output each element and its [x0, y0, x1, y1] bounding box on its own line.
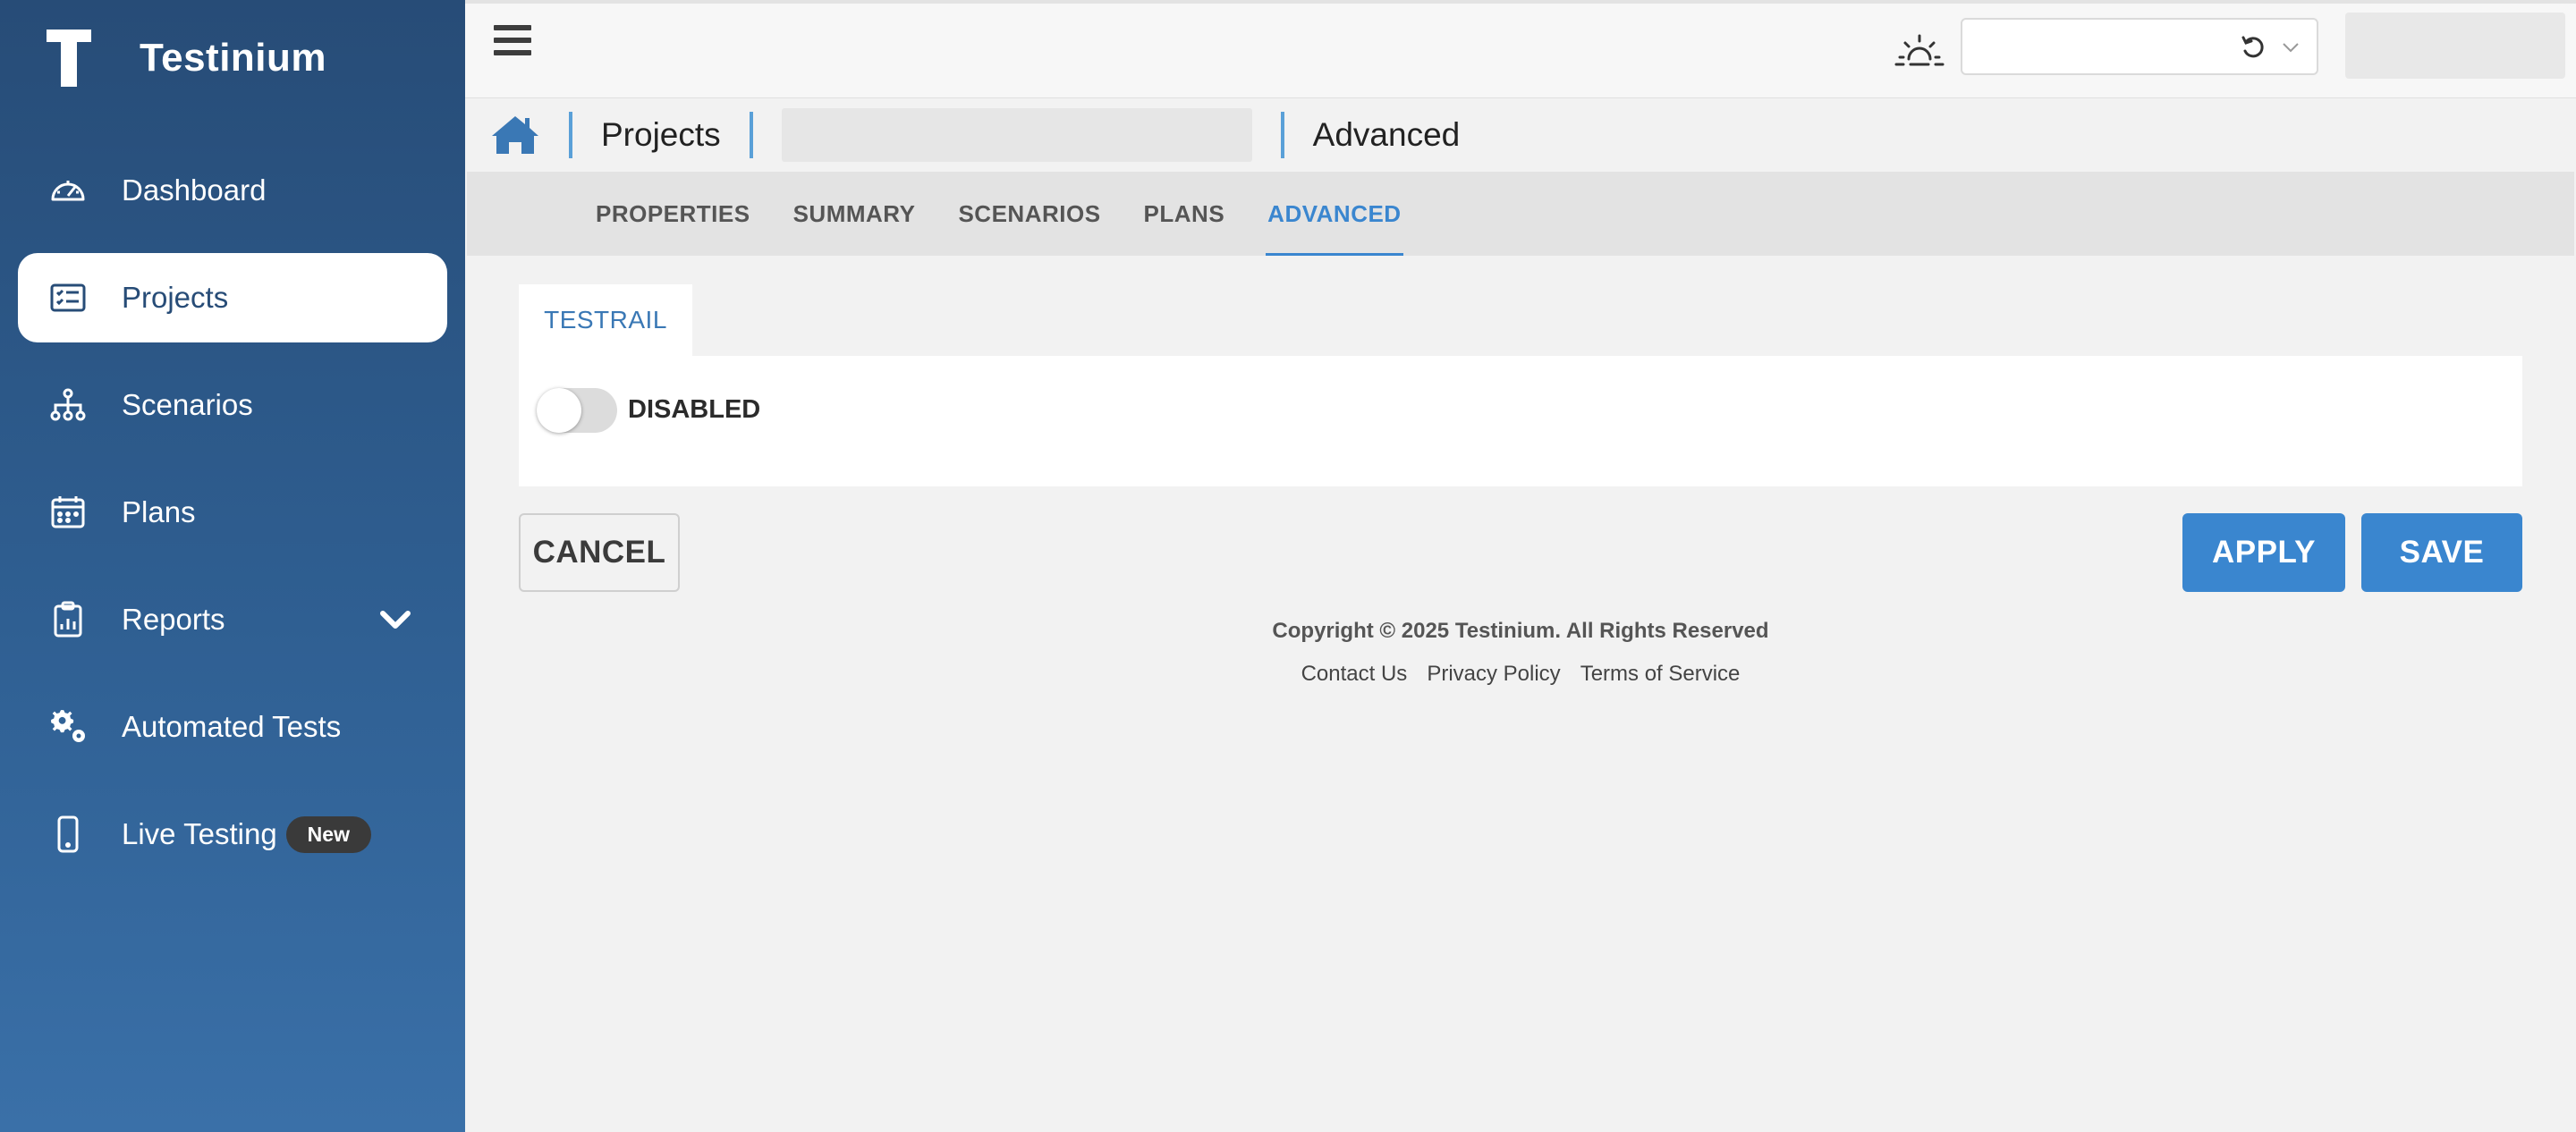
- breadcrumb-projects[interactable]: Projects: [601, 116, 721, 154]
- scenarios-tree-icon: [48, 385, 88, 425]
- chevron-down-icon[interactable]: [2279, 36, 2302, 59]
- toggle-status-label: DISABLED: [628, 395, 761, 424]
- sidebar-item-scenarios[interactable]: Scenarios: [18, 360, 447, 450]
- sidebar-item-label: Scenarios: [122, 388, 253, 421]
- copyright-text: Copyright © 2025 Testinium. All Rights R…: [1272, 619, 1769, 643]
- testrail-panel: DISABLED: [519, 356, 2522, 486]
- sidebar-item-live-testing[interactable]: Live Testing New: [18, 790, 447, 879]
- sidebar-item-projects[interactable]: Projects: [18, 253, 447, 342]
- sidebar-nav: Dashboard Projects Scenarios Plans Repor…: [18, 146, 447, 897]
- testinium-logo-icon: [47, 30, 91, 87]
- sunrise-icon[interactable]: [1893, 30, 1946, 70]
- breadcrumb-separator: [1280, 112, 1284, 158]
- tab-summary[interactable]: SUMMARY: [772, 172, 937, 256]
- testrail-enabled-toggle[interactable]: [537, 388, 617, 433]
- breadcrumb-separator: [749, 112, 753, 158]
- chevron-down-icon[interactable]: [377, 602, 413, 638]
- home-icon[interactable]: [490, 113, 540, 157]
- privacy-policy-link[interactable]: Privacy Policy: [1427, 662, 1560, 687]
- breadcrumb-separator: [569, 112, 572, 158]
- sidebar-item-automated-tests[interactable]: Automated Tests: [18, 682, 447, 772]
- breadcrumb: Projects Advanced: [465, 98, 2576, 172]
- sidebar-item-label: Automated Tests: [122, 710, 342, 743]
- sidebar-item-label: Reports: [122, 603, 225, 636]
- tab-plans[interactable]: PLANS: [1123, 172, 1247, 256]
- mobile-phone-icon: [48, 815, 88, 854]
- sidebar-item-dashboard[interactable]: Dashboard: [18, 146, 447, 235]
- brand-name: Testinium: [140, 36, 327, 80]
- sidebar: Testinium Dashboard Projects Scenarios P…: [0, 0, 465, 1132]
- tab-advanced[interactable]: ADVANCED: [1246, 172, 1422, 256]
- refresh-icon[interactable]: [2240, 34, 2267, 61]
- hamburger-icon[interactable]: [494, 25, 531, 63]
- terms-of-service-link[interactable]: Terms of Service: [1580, 662, 1741, 687]
- sidebar-item-reports[interactable]: Reports: [18, 575, 447, 664]
- save-button[interactable]: SAVE: [2361, 513, 2522, 592]
- contact-us-link[interactable]: Contact Us: [1301, 662, 1408, 687]
- new-badge: New: [285, 815, 371, 853]
- sidebar-item-label: Live Testing: [122, 817, 277, 850]
- tab-scenarios[interactable]: SCENARIOS: [936, 172, 1122, 256]
- tab-properties[interactable]: PROPERTIES: [574, 172, 772, 256]
- reports-clipboard-icon: [48, 600, 88, 639]
- apply-button[interactable]: APPLY: [2182, 513, 2345, 592]
- sidebar-item-plans[interactable]: Plans: [18, 468, 447, 557]
- plans-calendar-icon: [48, 493, 88, 532]
- sidebar-item-label: Plans: [122, 495, 196, 528]
- project-select[interactable]: [1961, 18, 2318, 75]
- projects-list-icon: [48, 278, 88, 317]
- breadcrumb-current: Advanced: [1312, 116, 1461, 153]
- cancel-button[interactable]: CANCEL: [519, 513, 680, 592]
- top-bar: [465, 0, 2576, 98]
- user-menu[interactable]: [2345, 13, 2565, 79]
- sidebar-item-label: Projects: [122, 281, 229, 314]
- brand[interactable]: Testinium: [47, 27, 326, 89]
- dashboard-gauge-icon: [48, 171, 88, 210]
- gears-icon: [48, 707, 88, 747]
- tab-testrail[interactable]: TESTRAIL: [519, 284, 692, 356]
- project-tabs: PROPERTIES SUMMARY SCENARIOS PLANS ADVAN…: [467, 172, 2574, 256]
- footer-links: Contact Us Privacy Policy Terms of Servi…: [1252, 662, 1789, 687]
- breadcrumb-project-name[interactable]: [781, 108, 1252, 162]
- sidebar-item-label: Dashboard: [122, 173, 267, 207]
